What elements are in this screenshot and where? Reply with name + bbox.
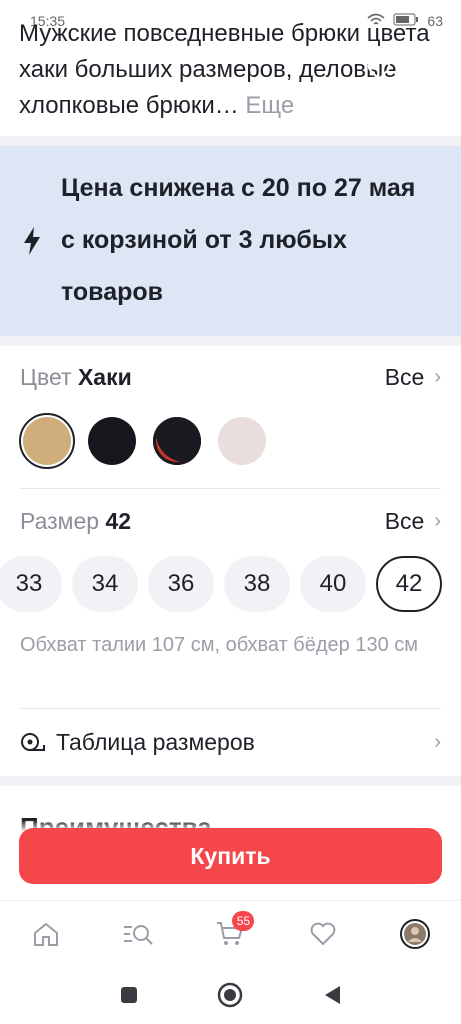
section-divider [0, 776, 461, 786]
tab-favorites[interactable] [293, 911, 353, 961]
section-divider [0, 336, 461, 346]
size-option[interactable]: 40 [300, 556, 366, 612]
promo-text: Цена снижена с 20 по 27 мая с корзиной о… [61, 174, 416, 306]
divider [20, 488, 441, 489]
tab-cart[interactable]: 55 [200, 911, 260, 961]
chevron-right-icon: › [434, 730, 441, 753]
tab-catalog[interactable] [108, 911, 168, 961]
size-option-selected[interactable]: 42 [376, 556, 442, 612]
tab-home[interactable] [16, 911, 76, 961]
size-option[interactable]: 33 [0, 556, 62, 612]
lightning-icon [22, 226, 42, 261]
favorites-icon [309, 921, 337, 952]
favorite-icon[interactable] [365, 56, 393, 84]
color-all-link[interactable]: Все › [385, 364, 441, 391]
more-link[interactable]: Еще [245, 92, 294, 119]
tab-profile[interactable] [385, 911, 445, 961]
size-label: Размер [20, 508, 100, 534]
color-header: Цвет Хаки Все › [20, 364, 441, 391]
home-button-icon[interactable] [217, 982, 243, 1013]
size-all-label: Все [384, 508, 425, 534]
header-actions [365, 56, 441, 84]
size-table-link[interactable]: Таблица размеров › [20, 722, 441, 762]
swatch-khaki[interactable] [19, 413, 75, 469]
size-options: 33 34 36 38 40 42 [0, 556, 442, 612]
recent-apps-icon[interactable] [119, 985, 139, 1010]
size-hint: Обхват талии 107 см, обхват бёдер 130 см [20, 634, 419, 656]
tab-bar: 55 [0, 900, 461, 971]
swatch-light[interactable] [214, 413, 270, 469]
measuring-tape-icon [20, 731, 46, 753]
size-value: 42 [105, 508, 132, 534]
profile-avatar [399, 918, 430, 954]
divider [20, 708, 441, 709]
chevron-right-icon: › [434, 510, 441, 532]
cart-badge: 55 [232, 911, 255, 931]
section-divider [0, 136, 461, 146]
chevron-right-icon: › [434, 366, 441, 388]
size-option[interactable]: 36 [148, 556, 214, 612]
size-option[interactable]: 38 [224, 556, 290, 612]
color-label: Цвет [20, 364, 72, 390]
home-icon [32, 921, 60, 952]
share-icon[interactable] [413, 56, 441, 84]
size-option[interactable]: 34 [72, 556, 138, 612]
size-header: Размер 42 Все › [20, 508, 441, 535]
catalog-search-icon [122, 921, 154, 952]
system-nav-bar [0, 970, 461, 1024]
swatch-black-red[interactable] [149, 413, 205, 469]
back-icon[interactable] [322, 984, 342, 1011]
size-all-link[interactable]: Все › [385, 508, 441, 535]
swatch-black[interactable] [84, 413, 140, 469]
color-value: Хаки [77, 364, 132, 390]
color-swatches [19, 413, 270, 469]
color-all-label: Все [384, 364, 425, 390]
size-table-label: Таблица размеров [56, 728, 255, 755]
buy-button[interactable]: Купить [19, 828, 442, 884]
